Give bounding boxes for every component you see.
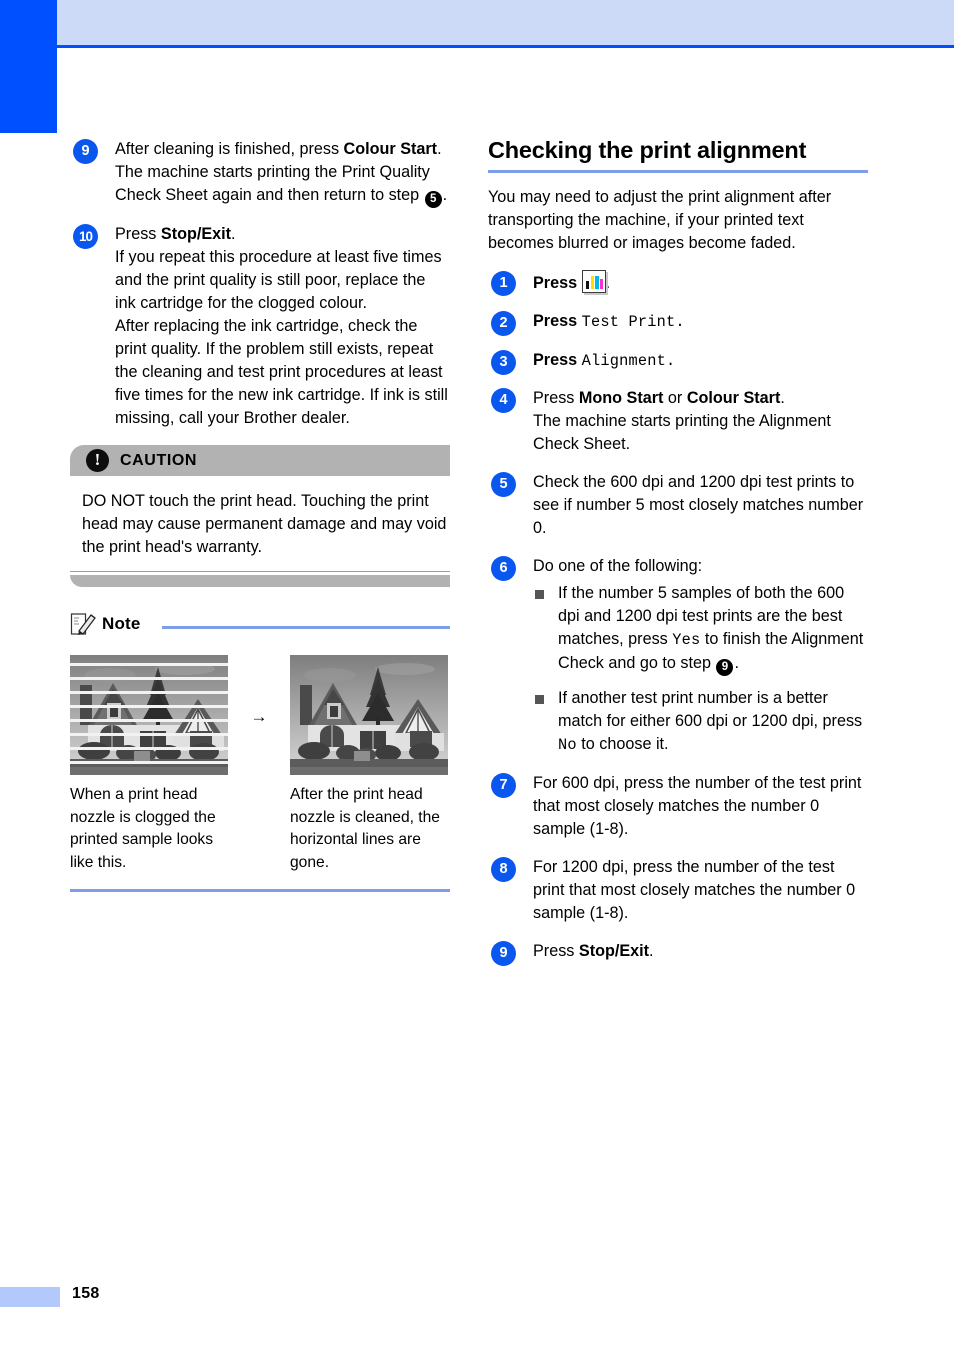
page-number: 158 (72, 1285, 100, 1302)
step-text-paragraph-3: After replacing the ink cartridge, check… (115, 317, 448, 427)
step-text-or: or (663, 389, 687, 408)
step-text: Press (533, 389, 579, 408)
step-5: 5 Check the 600 dpi and 1200 dpi test pr… (488, 471, 868, 540)
note-header: Note (70, 611, 450, 637)
section-title: Checking the print alignment (488, 137, 807, 163)
step-text: For 1200 dpi, press the number of the te… (533, 857, 856, 922)
header-band (57, 0, 954, 45)
step-text: After cleaning is finished, press (115, 140, 344, 158)
step-text-continued: The machine starts printing the Alignmen… (533, 412, 831, 454)
footer-accent-tab (0, 1287, 60, 1307)
list-item: If the number 5 samples of both the 600 … (533, 582, 868, 676)
step-badge: 2 (491, 310, 516, 336)
step-text: Press (533, 311, 582, 330)
bullet-square-icon (535, 695, 544, 704)
transition-arrow-icon: → (250, 707, 268, 726)
lcd-menu-text: Alignment (581, 351, 667, 370)
caution-label: CAUTION (120, 451, 198, 469)
step-9: 9 Press Stop/Exit. (488, 940, 868, 966)
bullet-text-end: . (734, 654, 739, 672)
step-badge: 1 (491, 270, 516, 296)
step-bold-colour-start: Colour Start (686, 389, 781, 408)
step-badge: 9 (73, 139, 98, 164)
section-title-rule (488, 169, 868, 173)
step-text-paragraph-2: If you repeat this procedure at least fi… (115, 248, 442, 312)
house-photo-cleaned (290, 655, 448, 775)
step-text-period: . (231, 225, 236, 243)
step-badge: 4 (491, 388, 516, 414)
figure-caption-clogged: When a print head nozzle is clogged the … (70, 786, 216, 871)
lcd-menu-text: Test Print (581, 312, 676, 331)
figure-clogged: When a print head nozzle is clogged the … (70, 655, 228, 874)
step-text-end: . (442, 186, 448, 204)
step-3: 3 Press Alignment. (488, 349, 868, 375)
note-rule (161, 625, 450, 629)
step-2: 2 Press Test Print. (488, 310, 868, 336)
step-text-period: . (649, 941, 654, 960)
step-badge: 6 (491, 556, 516, 582)
step-bold-mono-start: Mono Start (578, 389, 664, 408)
left-column: 9 After cleaning is finished, press Colo… (70, 138, 450, 893)
step-reference-chip: 5 (424, 191, 442, 208)
lcd-key-yes: Yes (672, 631, 701, 650)
figure-cleaned: After the print head nozzle is cleaned, … (290, 655, 448, 874)
step-6: 6 Do one of the following: If the number… (488, 555, 868, 756)
figure-caption-cleaned: After the print head nozzle is cleaned, … (290, 786, 440, 871)
note-label: Note (102, 614, 141, 633)
step-1: 1 Press . (488, 269, 868, 296)
step-reference-chip: 9 (716, 659, 734, 676)
note-footer-rule (70, 889, 450, 893)
section-intro-text: You may need to adjust the print alignme… (488, 187, 832, 252)
note-figure-row: When a print head nozzle is clogged the … (70, 655, 450, 874)
note-block: Note When a print head nozzle is clogged… (70, 611, 450, 893)
step-text-period: . (780, 389, 785, 408)
step-10: 10 Press Stop/Exit. If you repeat this p… (70, 223, 450, 430)
step-text: Press (115, 225, 161, 243)
caution-block: ! CAUTION DO NOT touch the print head. T… (70, 445, 450, 587)
step-badge: 10 (73, 224, 98, 249)
caution-footer-bar (70, 575, 450, 587)
step-6-bullet-list: If the number 5 samples of both the 600 … (533, 582, 868, 756)
bullet-text: If another test print number is a better… (558, 689, 863, 730)
step-text: Press (533, 941, 579, 960)
house-photo-clogged (70, 655, 228, 775)
right-column: Checking the print alignment You may nee… (488, 137, 868, 978)
step-text-period: . (437, 140, 442, 158)
step-text: Press (533, 350, 582, 369)
header-accent-tab (0, 0, 57, 133)
print-defect-streaks (70, 655, 228, 775)
step-badge: 3 (491, 349, 516, 375)
caution-hairline (70, 571, 450, 572)
lcd-key-no: No (558, 736, 577, 754)
step-text: Press (533, 273, 582, 292)
caution-body-text: DO NOT touch the print head. Touching th… (82, 492, 447, 556)
step-8: 8 For 1200 dpi, press the number of the … (488, 856, 868, 925)
bullet-square-icon (535, 590, 544, 600)
caution-exclamation-icon: ! (86, 449, 109, 472)
header-rule (57, 45, 954, 48)
ink-key-icon[interactable] (581, 269, 606, 293)
step-text-period: . (666, 351, 676, 370)
bullet-text-end: to choose it. (576, 735, 669, 753)
step-badge: 8 (491, 856, 516, 882)
step-7: 7 For 600 dpi, press the number of the t… (488, 772, 868, 841)
step-9: 9 After cleaning is finished, press Colo… (70, 138, 450, 208)
step-text: For 600 dpi, press the number of the tes… (533, 773, 862, 838)
list-item: If another test print number is a better… (533, 687, 868, 757)
step-bold-text: Colour Start (343, 140, 438, 158)
step-text-period: . (675, 312, 685, 331)
step-text: Do one of the following: (533, 557, 703, 576)
step-text-period: . (605, 273, 611, 292)
step-bold-text: Stop/Exit (578, 941, 650, 960)
caution-header-bar: ! CAUTION (70, 445, 450, 476)
step-text-continued: The machine starts printing the Print Qu… (115, 163, 430, 204)
step-bold-text: Stop/Exit (160, 225, 232, 243)
step-text: Check the 600 dpi and 1200 dpi test prin… (533, 473, 864, 538)
step-badge: 9 (491, 940, 516, 966)
step-badge: 5 (491, 472, 516, 498)
step-badge: 7 (491, 772, 516, 798)
note-pencil-icon (70, 613, 96, 635)
step-4: 4 Press Mono Start or Colour Start. The … (488, 387, 868, 456)
